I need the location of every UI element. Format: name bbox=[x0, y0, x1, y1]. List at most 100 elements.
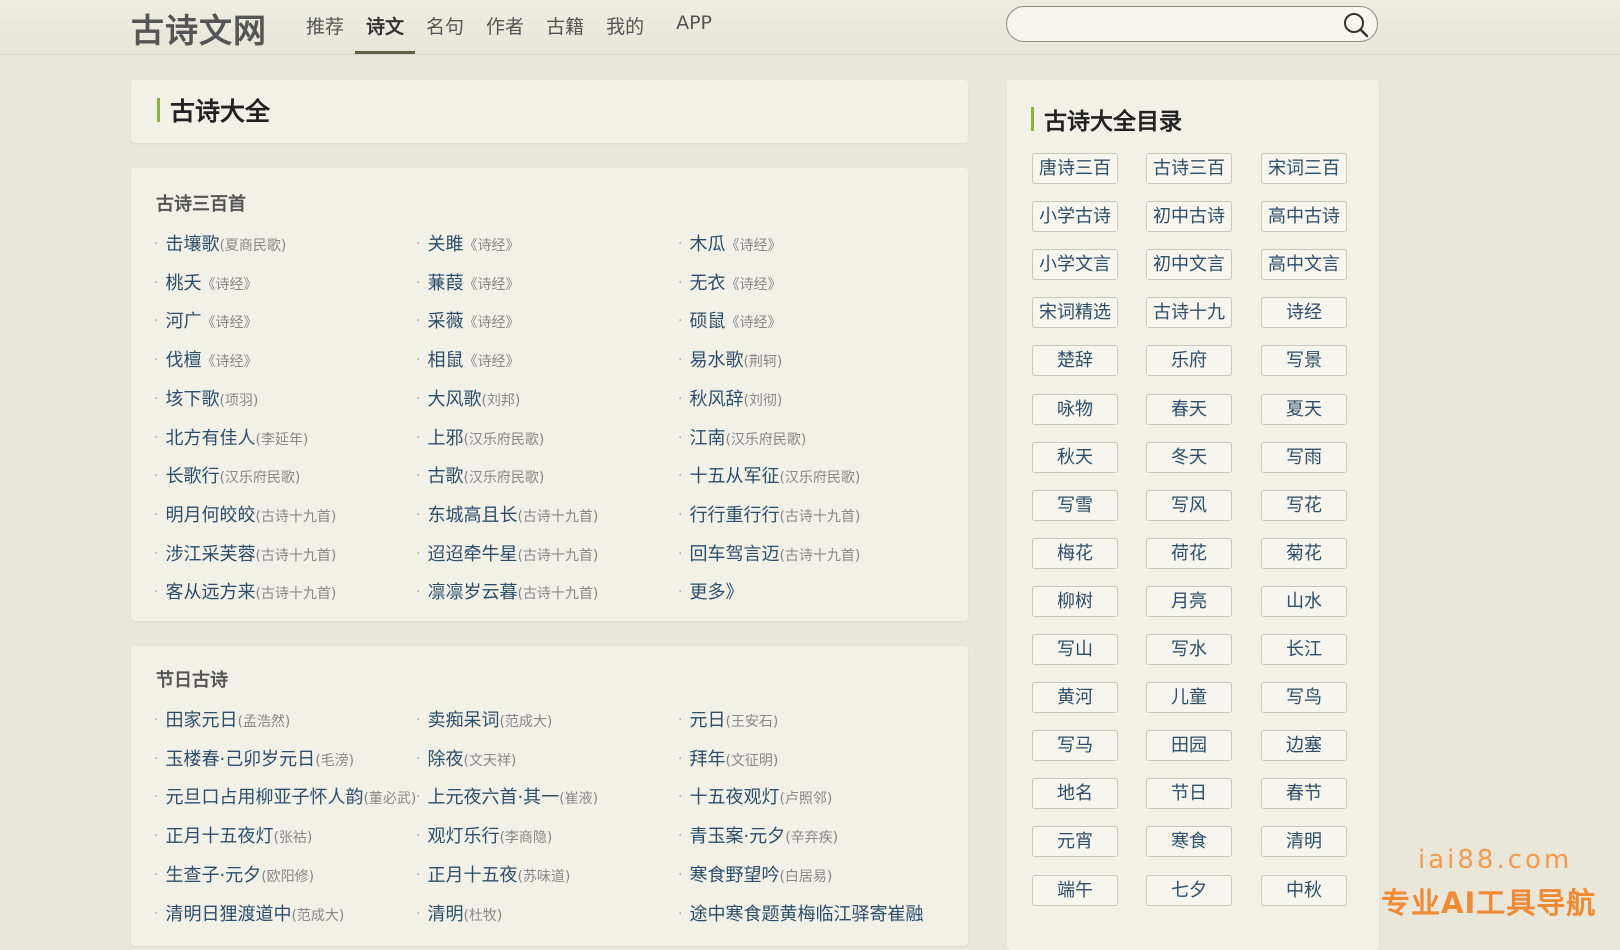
catalog-tag[interactable]: 梅花 bbox=[1032, 537, 1118, 569]
poem-link[interactable]: · 河广《诗经》 bbox=[154, 307, 257, 333]
catalog-tag[interactable]: 初中古诗 bbox=[1146, 201, 1232, 233]
catalog-tag[interactable]: 秋天 bbox=[1032, 441, 1118, 473]
poem-link[interactable]: · 上邪(汉乐府民歌) bbox=[416, 424, 544, 450]
poem-link[interactable]: · 长歌行(汉乐府民歌) bbox=[154, 462, 300, 488]
nav-famous-lines[interactable]: 名句 bbox=[415, 0, 475, 54]
search-button[interactable] bbox=[1342, 11, 1370, 39]
poem-link[interactable]: · 上元夜六首·其一(崔液) bbox=[416, 783, 598, 809]
catalog-tag[interactable]: 长江 bbox=[1261, 634, 1347, 665]
catalog-tag[interactable]: 儿童 bbox=[1146, 682, 1232, 714]
catalog-tag[interactable]: 黄河 bbox=[1032, 682, 1118, 714]
poem-link[interactable]: · 正月十五夜(苏味道) bbox=[416, 861, 570, 887]
poem-link[interactable]: · 田家元日(孟浩然) bbox=[154, 706, 290, 732]
poem-link[interactable]: · 木瓜《诗经》 bbox=[678, 230, 781, 256]
catalog-tag[interactable]: 写马 bbox=[1032, 730, 1118, 762]
nav-authors[interactable]: 作者 bbox=[475, 0, 535, 54]
poem-link[interactable]: · 无衣《诗经》 bbox=[678, 269, 781, 295]
poem-link[interactable]: · 回车驾言迈(古诗十九首) bbox=[678, 540, 860, 566]
poem-link[interactable]: · 易水歌(荆轲) bbox=[678, 346, 782, 372]
nav-classics[interactable]: 古籍 bbox=[535, 0, 595, 54]
more-link[interactable]: · 更多》 bbox=[678, 578, 743, 604]
catalog-tag[interactable]: 古诗十九 bbox=[1146, 297, 1232, 329]
catalog-tag[interactable]: 写鸟 bbox=[1261, 682, 1347, 714]
poem-link[interactable]: · 正月十五夜灯(张祜) bbox=[154, 822, 312, 848]
poem-link[interactable]: · 寒食野望吟(白居易) bbox=[678, 861, 832, 887]
catalog-tag[interactable]: 山水 bbox=[1261, 585, 1347, 617]
catalog-tag[interactable]: 写花 bbox=[1261, 489, 1347, 521]
poem-link[interactable]: · 秋风辞(刘彻) bbox=[678, 385, 782, 411]
poem-link[interactable]: · 江南(汉乐府民歌) bbox=[678, 424, 806, 450]
poem-link[interactable]: · 采薇《诗经》 bbox=[416, 307, 519, 333]
catalog-tag[interactable]: 初中文言 bbox=[1146, 249, 1232, 281]
site-logo[interactable]: 古诗文网 bbox=[131, 4, 267, 52]
poem-link[interactable]: · 桃夭《诗经》 bbox=[154, 269, 257, 295]
nav-mine[interactable]: 我的 bbox=[595, 0, 655, 54]
catalog-tag[interactable]: 小学古诗 bbox=[1032, 201, 1118, 233]
catalog-tag[interactable]: 春节 bbox=[1261, 778, 1347, 810]
nav-recommend[interactable]: 推荐 bbox=[295, 0, 355, 54]
poem-link[interactable]: · 明月何皎皎(古诗十九首) bbox=[154, 501, 336, 527]
catalog-tag[interactable]: 写景 bbox=[1261, 345, 1347, 377]
poem-link[interactable]: · 北方有佳人(李延年) bbox=[154, 424, 308, 450]
poem-link[interactable]: · 击壤歌(夏商民歌) bbox=[154, 230, 286, 256]
poem-link[interactable]: · 玉楼春·己卯岁元日(毛滂) bbox=[154, 745, 354, 771]
more-link[interactable]: · 途中寒食题黄梅临江驿寄崔融 bbox=[678, 900, 923, 926]
catalog-tag[interactable]: 菊花 bbox=[1261, 537, 1347, 569]
catalog-tag[interactable]: 春天 bbox=[1146, 393, 1232, 425]
catalog-tag[interactable]: 高中文言 bbox=[1261, 249, 1347, 281]
poem-link[interactable]: · 观灯乐行(李商隐) bbox=[416, 822, 552, 848]
catalog-tag[interactable]: 楚辞 bbox=[1032, 345, 1118, 377]
poem-link[interactable]: · 十五从军征(汉乐府民歌) bbox=[678, 462, 860, 488]
poem-link[interactable]: · 伐檀《诗经》 bbox=[154, 346, 257, 372]
poem-link[interactable]: · 卖痴呆词(范成大) bbox=[416, 706, 552, 732]
catalog-tag[interactable]: 月亮 bbox=[1146, 585, 1232, 617]
catalog-tag[interactable]: 荷花 bbox=[1146, 537, 1232, 569]
search-input[interactable] bbox=[1021, 13, 1325, 37]
poem-link[interactable]: · 青玉案·元夕(辛弃疾) bbox=[678, 822, 838, 848]
poem-link[interactable]: · 元日(王安石) bbox=[678, 706, 778, 732]
catalog-tag[interactable]: 清明 bbox=[1261, 826, 1347, 858]
catalog-tag[interactable]: 小学文言 bbox=[1032, 249, 1118, 281]
catalog-tag[interactable]: 写雨 bbox=[1261, 441, 1347, 473]
nav-poems[interactable]: 诗文 bbox=[355, 0, 416, 54]
poem-link[interactable]: · 清明(杜牧) bbox=[416, 900, 502, 926]
catalog-tag[interactable]: 元宵 bbox=[1032, 826, 1118, 858]
poem-link[interactable]: · 涉江采芙蓉(古诗十九首) bbox=[154, 540, 336, 566]
catalog-tag[interactable]: 边塞 bbox=[1261, 730, 1347, 762]
catalog-tag[interactable]: 高中古诗 bbox=[1261, 201, 1347, 233]
catalog-tag[interactable]: 冬天 bbox=[1146, 441, 1232, 473]
catalog-tag[interactable]: 中秋 bbox=[1261, 874, 1347, 906]
poem-link[interactable]: · 客从远方来(古诗十九首) bbox=[154, 578, 336, 604]
poem-link[interactable]: · 凛凛岁云暮(古诗十九首) bbox=[416, 578, 598, 604]
catalog-tag[interactable]: 咏物 bbox=[1032, 393, 1118, 425]
catalog-tag[interactable]: 写水 bbox=[1146, 634, 1232, 665]
poem-link[interactable]: · 关雎《诗经》 bbox=[416, 230, 519, 256]
poem-link[interactable]: · 迢迢牵牛星(古诗十九首) bbox=[416, 540, 598, 566]
catalog-tag[interactable]: 端午 bbox=[1032, 874, 1118, 906]
poem-link[interactable]: · 清明日狸渡道中(范成大) bbox=[154, 900, 344, 926]
nav-app[interactable]: APP bbox=[665, 0, 723, 54]
catalog-tag[interactable]: 写山 bbox=[1032, 634, 1118, 665]
catalog-tag[interactable]: 田园 bbox=[1146, 730, 1232, 762]
catalog-tag[interactable]: 写风 bbox=[1146, 489, 1232, 521]
poem-link[interactable]: · 古歌(汉乐府民歌) bbox=[416, 462, 544, 488]
poem-link[interactable]: · 东城高且长(古诗十九首) bbox=[416, 501, 598, 527]
poem-link[interactable]: · 除夜(文天祥) bbox=[416, 745, 516, 771]
poem-link[interactable]: · 大风歌(刘邦) bbox=[416, 385, 520, 411]
catalog-tag[interactable]: 柳树 bbox=[1032, 585, 1118, 617]
catalog-tag[interactable]: 乐府 bbox=[1146, 345, 1232, 377]
catalog-tag[interactable]: 古诗三百 bbox=[1146, 153, 1232, 184]
catalog-tag[interactable]: 写雪 bbox=[1032, 489, 1118, 521]
poem-link[interactable]: · 十五夜观灯(卢照邻) bbox=[678, 783, 832, 809]
catalog-tag[interactable]: 七夕 bbox=[1146, 874, 1232, 906]
poem-link[interactable]: · 垓下歌(项羽) bbox=[154, 385, 258, 411]
catalog-tag[interactable]: 诗经 bbox=[1261, 297, 1347, 329]
catalog-tag[interactable]: 唐诗三百 bbox=[1032, 153, 1118, 184]
poem-link[interactable]: · 生查子·元夕(欧阳修) bbox=[154, 861, 314, 887]
poem-link[interactable]: · 相鼠《诗经》 bbox=[416, 346, 519, 372]
catalog-tag[interactable]: 节日 bbox=[1146, 778, 1232, 810]
catalog-tag[interactable]: 夏天 bbox=[1261, 393, 1347, 425]
catalog-tag[interactable]: 地名 bbox=[1032, 778, 1118, 810]
poem-link[interactable]: · 硕鼠《诗经》 bbox=[678, 307, 781, 333]
catalog-tag[interactable]: 宋词三百 bbox=[1261, 153, 1347, 184]
